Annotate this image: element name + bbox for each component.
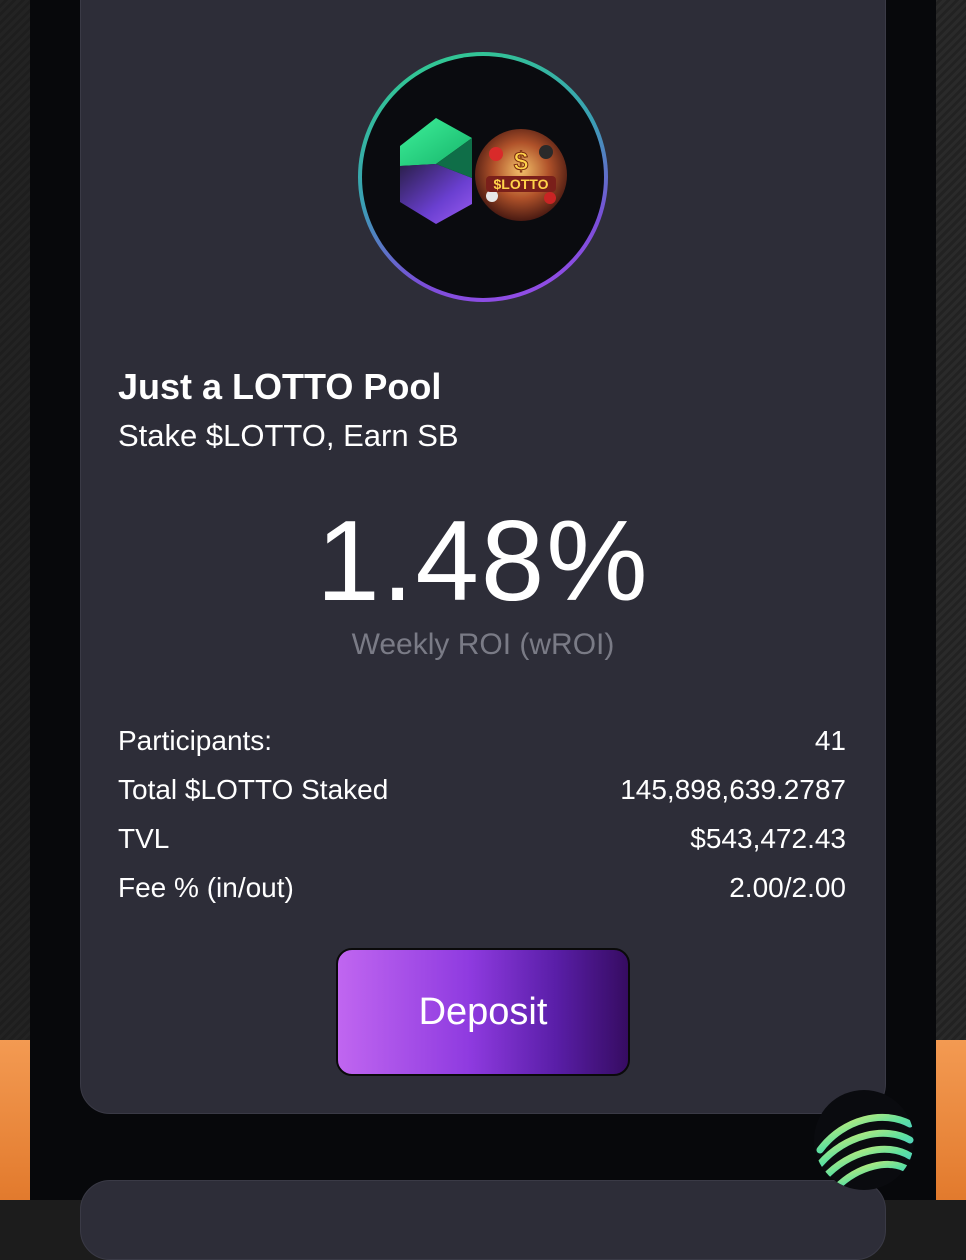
background-orange (934, 1040, 966, 1200)
lotto-token-icon: $ $LOTTO (475, 129, 567, 221)
stat-label: Participants: (118, 724, 273, 756)
stat-value: 2.00/2.00 (729, 871, 846, 903)
next-pool-card (80, 1180, 886, 1260)
pool-subtitle: Stake $LOTTO, Earn SB (118, 418, 459, 453)
stat-value: $543,472.43 (690, 822, 846, 854)
stat-label: TVL (118, 822, 170, 854)
svg-text:$: $ (514, 146, 529, 176)
stat-value: 145,898,639.2787 (620, 773, 846, 805)
sb-token-icon (400, 118, 472, 224)
stat-label: Total $LOTTO Staked (118, 773, 389, 805)
pool-title: Just a LOTTO Pool (118, 366, 442, 407)
stat-value: 41 (814, 724, 846, 756)
pool-stats: Participants: 41 Total $LOTTO Staked 145… (118, 716, 846, 912)
stat-row-tvl: TVL $543,472.43 (118, 814, 846, 863)
stat-row-total-staked: Total $LOTTO Staked 145,898,639.2787 (118, 765, 846, 814)
swirl-badge-icon[interactable] (814, 1090, 914, 1190)
roi-label: Weekly ROI (wROI) (351, 628, 615, 661)
swirl-badge-graphic (816, 1113, 914, 1190)
stat-label: Fee % (in/out) (118, 871, 294, 903)
roi-value: 1.48% (316, 498, 650, 625)
stat-row-participants: Participants: 41 (118, 716, 846, 765)
svg-text:$LOTTO: $LOTTO (494, 176, 549, 192)
deposit-button[interactable]: Deposit (336, 948, 630, 1076)
stat-row-fee: Fee % (in/out) 2.00/2.00 (118, 863, 846, 912)
